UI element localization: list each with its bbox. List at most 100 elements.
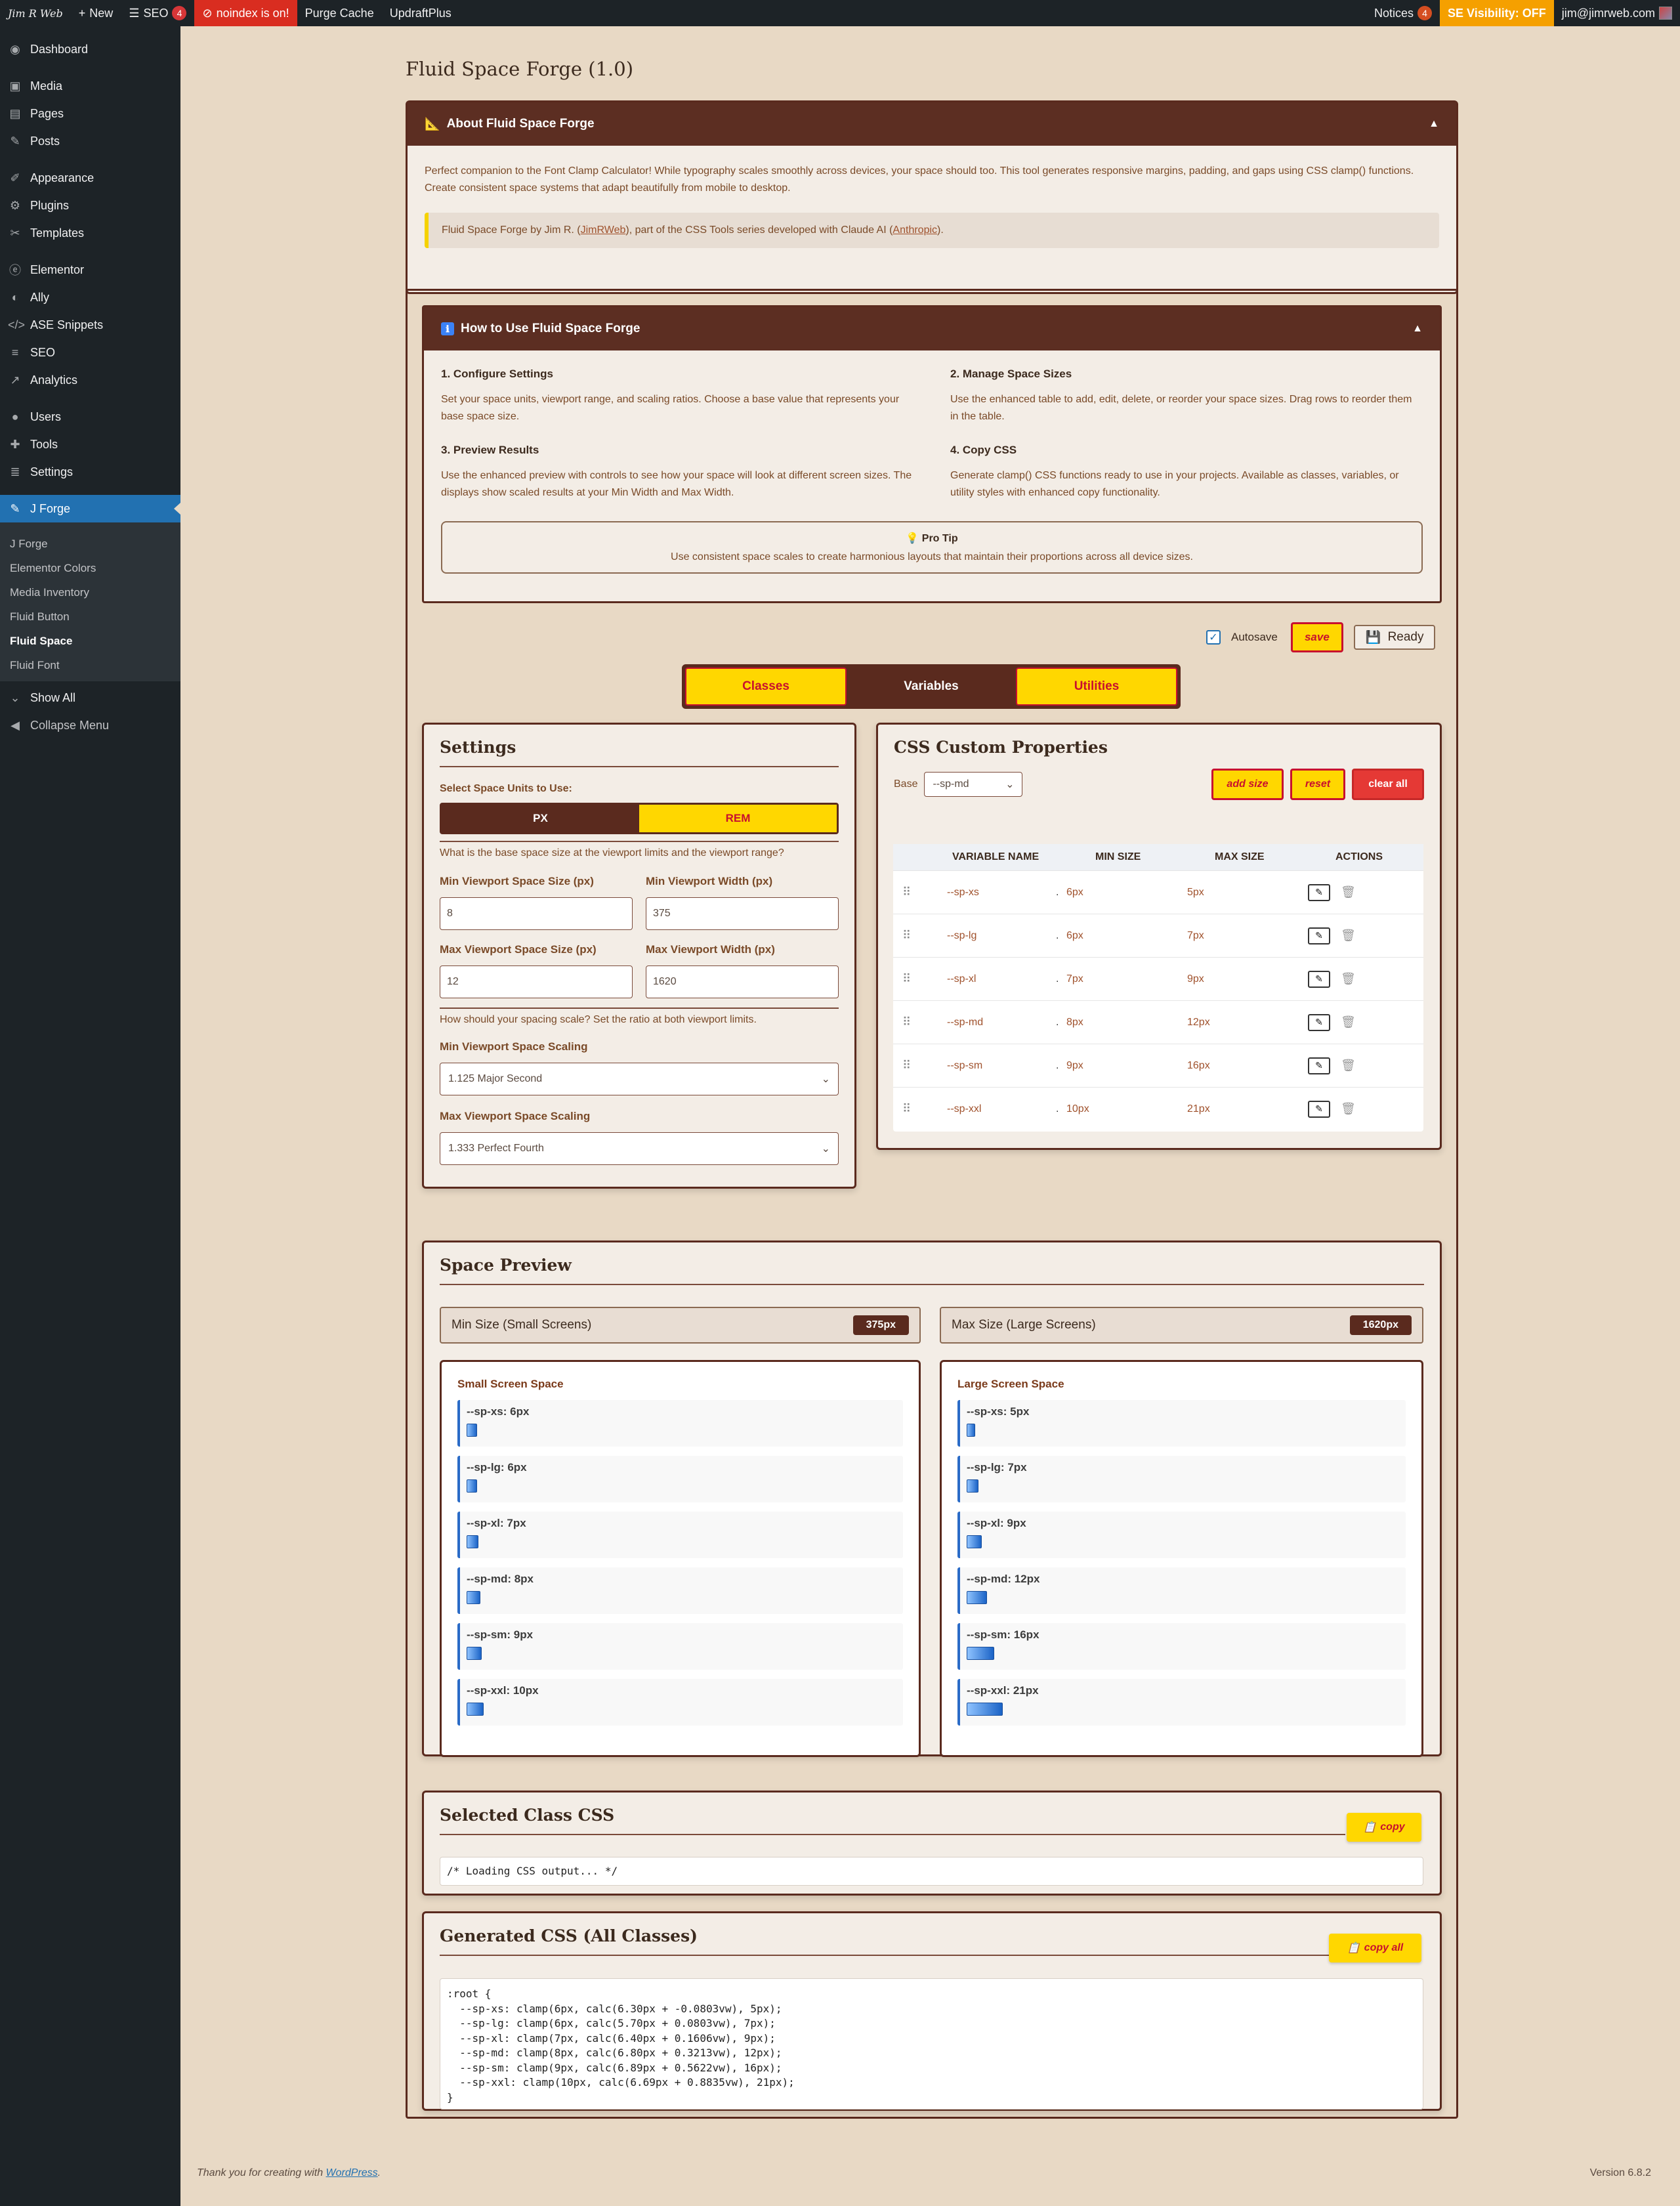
updraftplus-link[interactable]: UpdraftPlus <box>382 0 459 26</box>
submenu-item-fluid-font[interactable]: Fluid Font <box>0 653 180 677</box>
sidebar-item-appearance[interactable]: ✐ Appearance <box>0 164 180 192</box>
min-space-input[interactable]: 8 <box>440 897 633 930</box>
table-row[interactable]: ⠿ --sp-xl. 7px 9px ✎ 🗑 <box>893 957 1423 1000</box>
base-select[interactable]: --sp-md ⌄ <box>924 772 1023 797</box>
max-size-value[interactable]: 16px <box>1187 1060 1308 1072</box>
max-size-value[interactable]: 9px <box>1187 973 1308 985</box>
table-row[interactable]: ⠿ --sp-xs. 6px 5px ✎ 🗑 <box>893 870 1423 914</box>
min-width-input[interactable]: 375 <box>646 897 839 930</box>
generated-css-code[interactable]: :root { --sp-xs: clamp(6px, calc(6.30px … <box>440 1978 1423 2110</box>
drag-handle-icon[interactable]: ⠿ <box>893 972 947 986</box>
selected-css-code[interactable]: /* Loading CSS output... */ <box>440 1857 1423 1886</box>
sidebar-item-media[interactable]: ▣ Media <box>0 72 180 100</box>
min-size-value[interactable]: 6px <box>1066 887 1187 899</box>
sidebar-item-elementor[interactable]: ⓔ Elementor <box>0 256 180 284</box>
edit-icon[interactable]: ✎ <box>1308 1013 1330 1031</box>
edit-icon[interactable]: ✎ <box>1308 1057 1330 1074</box>
edit-icon[interactable]: ✎ <box>1308 927 1330 944</box>
drag-handle-icon[interactable]: ⠿ <box>893 1059 947 1072</box>
submenu-item-elementor-colors[interactable]: Elementor Colors <box>0 556 180 580</box>
tab-utilities[interactable]: Utilities <box>1016 668 1177 706</box>
trash-icon[interactable]: 🗑 <box>1341 1015 1356 1029</box>
submenu-item-fluid-space[interactable]: Fluid Space <box>0 629 180 653</box>
sidebar-show-all[interactable]: ⌄ Show All <box>0 684 180 711</box>
trash-icon[interactable]: 🗑 <box>1341 929 1356 943</box>
edit-icon[interactable]: ✎ <box>1308 1100 1330 1118</box>
trash-icon[interactable]: 🗑 <box>1341 1059 1356 1072</box>
max-scaling-select[interactable]: 1.333 Perfect Fourth ⌄ <box>440 1132 839 1165</box>
max-width-input[interactable]: 1620 <box>646 965 839 998</box>
about-header[interactable]: 📐 About Fluid Space Forge ▲ <box>408 102 1456 146</box>
clear-all-button[interactable]: clear all <box>1352 769 1424 800</box>
sidebar-item-posts[interactable]: ✎ Posts <box>0 127 180 155</box>
edit-icon[interactable]: ✎ <box>1308 883 1330 901</box>
table-row[interactable]: ⠿ --sp-md. 8px 12px ✎ 🗑 <box>893 1000 1423 1044</box>
sidebar-item-plugins[interactable]: ⚙ Plugins <box>0 192 180 219</box>
sidebar-item-dashboard[interactable]: ◉ Dashboard <box>0 35 180 63</box>
notices-menu[interactable]: Notices 4 <box>1366 0 1440 26</box>
add-size-button[interactable]: add size <box>1211 769 1284 800</box>
unit-px-button[interactable]: PX <box>442 805 639 832</box>
drag-handle-icon[interactable]: ⠿ <box>893 1015 947 1029</box>
drag-handle-icon[interactable]: ⠿ <box>893 929 947 943</box>
sidebar-item-ally[interactable]: ◐ Ally <box>0 284 180 311</box>
max-size-value[interactable]: 12px <box>1187 1017 1308 1029</box>
sidebar-item-analytics[interactable]: ↗ Analytics <box>0 366 180 394</box>
submenu-item-media-inventory[interactable]: Media Inventory <box>0 580 180 605</box>
large-screen-title: Large Screen Space <box>957 1378 1064 1390</box>
user-account-menu[interactable]: jim@jimrweb.com <box>1554 0 1680 26</box>
sidebar-item-tools[interactable]: ✚ Tools <box>0 431 180 458</box>
min-size-value[interactable]: 9px <box>1066 1060 1187 1072</box>
new-content-button[interactable]: + New <box>71 0 121 26</box>
se-visibility-toggle[interactable]: SE Visibility: OFF <box>1440 0 1554 26</box>
purge-cache-link[interactable]: Purge Cache <box>297 0 382 26</box>
seo-menu[interactable]: ☰ SEO 4 <box>121 0 194 26</box>
max-size-value[interactable]: 7px <box>1187 930 1308 942</box>
autosave-checkbox[interactable]: ✓ <box>1206 630 1221 645</box>
sidebar-item-j-forge[interactable]: ✎ J Forge <box>0 495 180 522</box>
sidebar-item-templates[interactable]: ✂ Templates <box>0 219 180 247</box>
reset-button[interactable]: reset <box>1290 769 1345 800</box>
collapse-menu-button[interactable]: ◀ Collapse Menu <box>0 711 180 739</box>
footer-thanks-text: Thank you for creating with <box>197 2167 326 2178</box>
sidebar-item-seo[interactable]: ≡ SEO <box>0 339 180 366</box>
how-to-header[interactable]: ℹ How to Use Fluid Space Forge ▲ <box>424 307 1440 350</box>
noindex-warning[interactable]: ⊘ noindex is on! <box>194 0 297 26</box>
submenu-item-fluid-button[interactable]: Fluid Button <box>0 605 180 629</box>
ready-button[interactable]: 💾 Ready <box>1353 625 1436 650</box>
table-row[interactable]: ⠿ --sp-sm. 9px 16px ✎ 🗑 <box>893 1044 1423 1087</box>
max-size-value[interactable]: 21px <box>1187 1103 1308 1115</box>
wordpress-link[interactable]: WordPress <box>326 2167 378 2178</box>
collapse-triangle-icon[interactable]: ▲ <box>1412 323 1423 335</box>
sidebar-item-users[interactable]: ● Users <box>0 403 180 431</box>
min-scaling-select[interactable]: 1.125 Major Second ⌄ <box>440 1063 839 1095</box>
sidebar-item-pages[interactable]: ▤ Pages <box>0 100 180 127</box>
trash-icon[interactable]: 🗑 <box>1341 1102 1356 1116</box>
table-row[interactable]: ⠿ --sp-lg. 6px 7px ✎ 🗑 <box>893 914 1423 957</box>
tab-classes[interactable]: Classes <box>685 668 847 706</box>
collapse-triangle-icon[interactable]: ▲ <box>1429 118 1439 130</box>
min-size-value[interactable]: 6px <box>1066 930 1187 942</box>
trash-icon[interactable]: 🗑 <box>1341 885 1356 899</box>
submenu-item-j-forge[interactable]: J Forge <box>0 532 180 556</box>
save-button[interactable]: save <box>1290 622 1343 652</box>
site-logo[interactable]: Jim R Web <box>0 0 71 26</box>
jimrweb-link[interactable]: JimRWeb <box>581 224 626 236</box>
drag-handle-icon[interactable]: ⠿ <box>893 885 947 899</box>
min-size-value[interactable]: 8px <box>1066 1017 1187 1029</box>
edit-icon[interactable]: ✎ <box>1308 970 1330 988</box>
drag-handle-icon[interactable]: ⠿ <box>893 1102 947 1116</box>
tab-variables[interactable]: Variables <box>850 668 1012 706</box>
sidebar-item-ase-snippets[interactable]: </> ASE Snippets <box>0 311 180 339</box>
anthropic-link[interactable]: Anthropic <box>892 224 937 236</box>
max-size-value[interactable]: 5px <box>1187 887 1308 899</box>
copy-all-button[interactable]: 📋 copy all <box>1329 1934 1421 1962</box>
trash-icon[interactable]: 🗑 <box>1341 972 1356 986</box>
max-space-input[interactable]: 12 <box>440 965 633 998</box>
sidebar-item-settings[interactable]: ≣ Settings <box>0 458 180 486</box>
min-size-value[interactable]: 7px <box>1066 973 1187 985</box>
min-size-value[interactable]: 10px <box>1066 1103 1187 1115</box>
unit-rem-button[interactable]: REM <box>639 805 837 832</box>
table-row[interactable]: ⠿ --sp-xxl. 10px 21px ✎ 🗑 <box>893 1087 1423 1130</box>
copy-button[interactable]: 📋 copy <box>1347 1813 1421 1842</box>
